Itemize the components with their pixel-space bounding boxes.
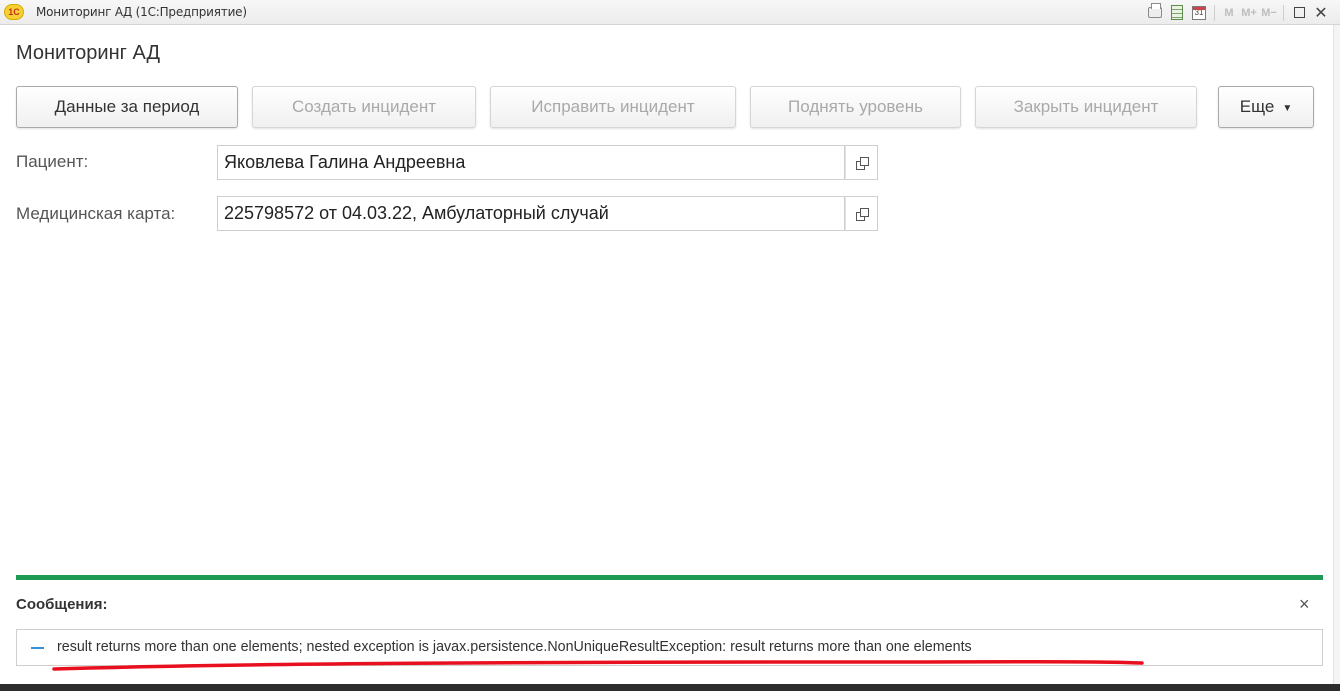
printer-icon[interactable] (1144, 3, 1166, 23)
patient-field[interactable]: Яковлева Галина Андреевна (217, 145, 845, 180)
button-label: Поднять уровень (788, 97, 923, 116)
toolbar-divider (1283, 4, 1284, 21)
annotation-underline (52, 660, 1144, 671)
button-label: Данные за период (54, 97, 200, 116)
window-toolbar: 31 M M+ M− ✕ (1144, 2, 1332, 23)
medcard-label: Медицинская карта: (16, 204, 176, 223)
window-title: Мониторинг АД (1С:Предприятие) (36, 5, 247, 19)
create-incident-button[interactable]: Создать инцидент (252, 86, 476, 128)
button-label: Создать инцидент (292, 97, 436, 116)
message-text[interactable]: result returns more than one elements; n… (57, 639, 972, 655)
messages-separator (16, 575, 1323, 580)
medcard-open-button[interactable] (845, 196, 878, 231)
open-form-icon (855, 207, 869, 221)
toolbar-divider (1214, 4, 1215, 21)
patient-open-button[interactable] (845, 145, 878, 180)
button-label: Исправить инцидент (531, 97, 695, 116)
page-title: Мониторинг АД (16, 42, 161, 64)
taskbar-strip (0, 684, 1340, 691)
period-data-button[interactable]: Данные за период (16, 86, 238, 128)
window-right-edge (1333, 25, 1340, 684)
maximize-icon[interactable] (1288, 3, 1310, 23)
messages-title: Сообщения: (16, 596, 108, 613)
app-logo-icon: 1С (4, 4, 24, 20)
memory-m-button[interactable]: M (1219, 3, 1239, 23)
message-marker-icon (31, 647, 44, 649)
memory-plus-button[interactable]: M+ (1239, 3, 1259, 23)
chevron-down-icon: ▼ (1282, 102, 1293, 114)
memory-minus-button[interactable]: M− (1259, 3, 1279, 23)
close-incident-button[interactable]: Закрыть инцидент (975, 86, 1197, 128)
raise-level-button[interactable]: Поднять уровень (750, 86, 961, 128)
patient-label: Пациент: (16, 152, 89, 171)
calculator-icon[interactable] (1166, 3, 1188, 23)
window-titlebar: 1С Мониторинг АД (1С:Предприятие) 31 M M… (0, 0, 1340, 25)
close-icon[interactable]: ✕ (1310, 3, 1332, 23)
button-label: Еще (1239, 97, 1275, 116)
more-button[interactable]: Еще ▼ (1218, 86, 1314, 128)
open-form-icon (855, 156, 869, 170)
button-label: Закрыть инцидент (1013, 97, 1159, 116)
messages-close-button[interactable]: × (1299, 594, 1310, 614)
fix-incident-button[interactable]: Исправить инцидент (490, 86, 736, 128)
calendar-icon[interactable]: 31 (1188, 3, 1210, 23)
calendar-day: 31 (1192, 5, 1206, 20)
medcard-field[interactable]: 225798572 от 04.03.22, Амбулаторный случ… (217, 196, 845, 231)
